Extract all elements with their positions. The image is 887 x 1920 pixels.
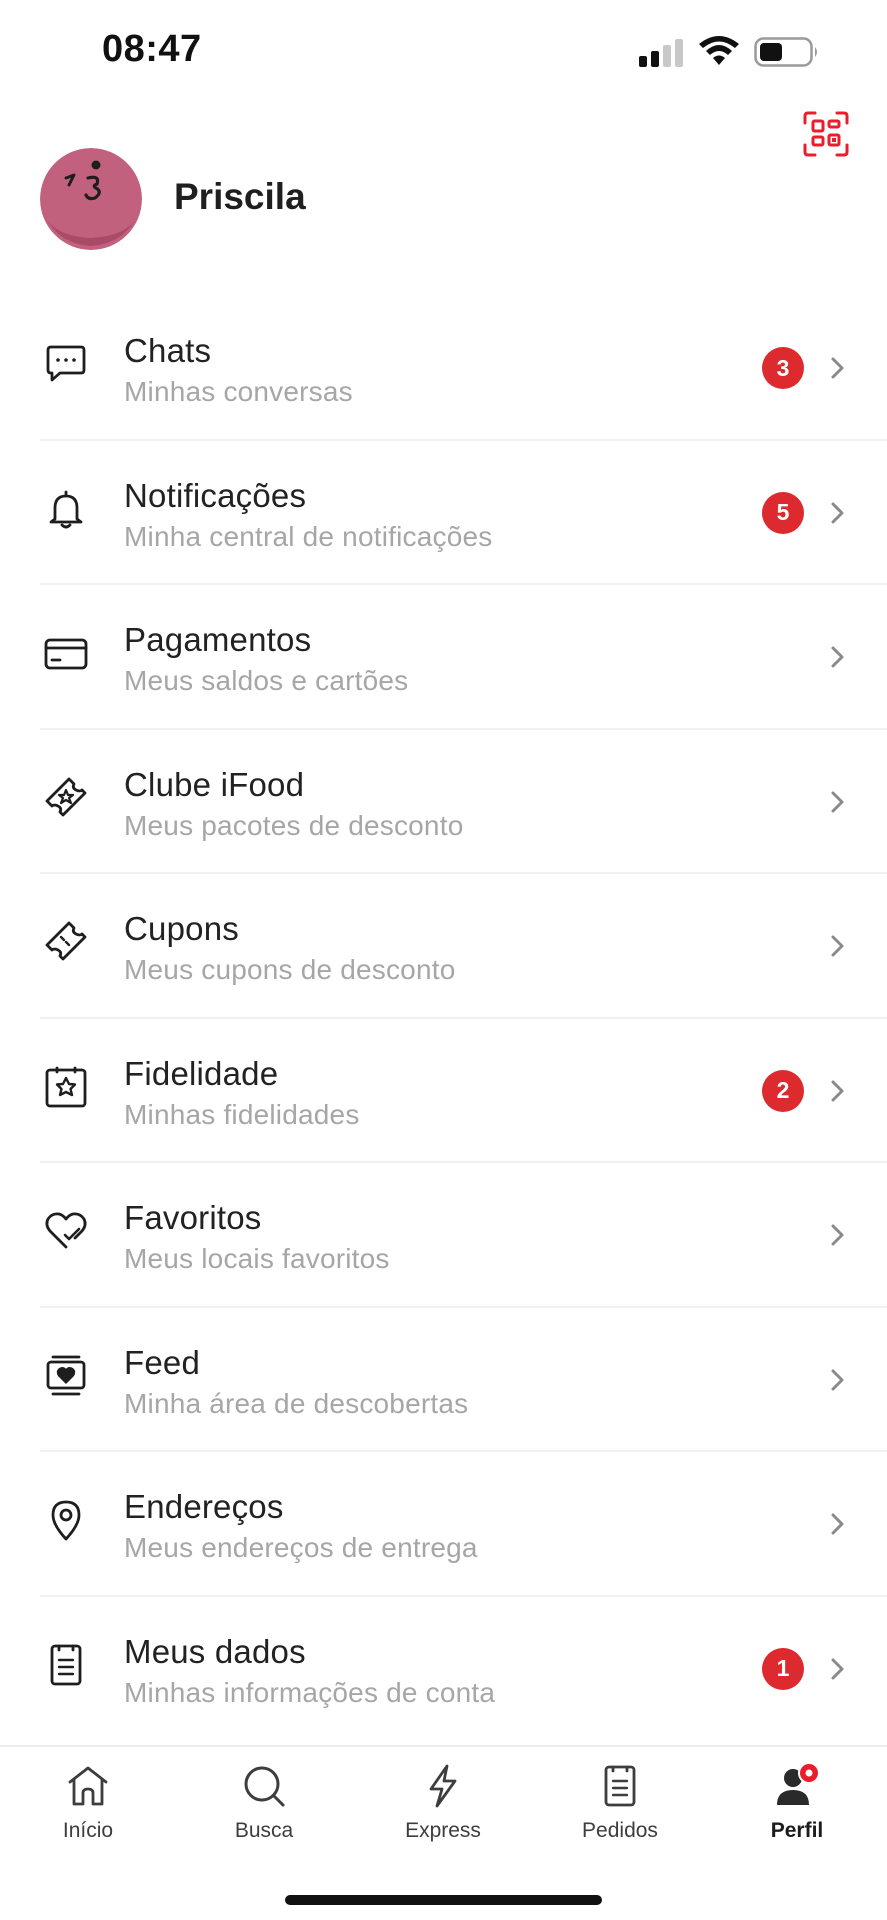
tab-express[interactable]: Express bbox=[378, 1761, 508, 1861]
profile-icon bbox=[772, 1761, 822, 1811]
menu-item-cupons[interactable]: Cupons Meus cupons de desconto bbox=[0, 874, 887, 1019]
menu-item-notificacoes[interactable]: Notificações Minha central de notificaçõ… bbox=[0, 441, 887, 585]
home-icon bbox=[63, 1761, 113, 1811]
chevron-right-icon bbox=[831, 791, 844, 812]
qr-code-button[interactable] bbox=[798, 106, 854, 162]
qr-code-scan-icon bbox=[803, 111, 849, 157]
menu-item-feed[interactable]: Feed Minha área de descobertas bbox=[0, 1308, 887, 1452]
menu-item-title: Chats bbox=[124, 332, 212, 369]
menu-item-title: Favoritos bbox=[124, 1199, 262, 1236]
cellular-signal-icon bbox=[639, 39, 683, 67]
tab-label: Início bbox=[62, 1819, 114, 1842]
notification-badge: 5 bbox=[762, 491, 804, 534]
menu-item-title: Pagamentos bbox=[124, 621, 312, 658]
profile-screen: 08:47 Priscila Chats Minhas conversas 3 … bbox=[0, 0, 887, 1920]
chevron-right-icon bbox=[831, 935, 844, 957]
menu-item-title: Endereços bbox=[124, 1488, 284, 1525]
tab-label: Perfil bbox=[770, 1819, 824, 1842]
menu-item-subtitle: Meus endereços de entrega bbox=[124, 1532, 478, 1563]
bell-icon bbox=[42, 485, 90, 533]
chevron-right-icon bbox=[831, 1658, 844, 1679]
location-pin-icon bbox=[42, 1496, 90, 1544]
search-icon bbox=[239, 1761, 289, 1811]
tab-pedidos[interactable]: Pedidos bbox=[555, 1761, 685, 1861]
menu-item-pagamentos[interactable]: Pagamentos Meus saldos e cartões bbox=[0, 585, 887, 730]
avatar-face-icon bbox=[40, 148, 142, 250]
menu-item-subtitle: Meus pacotes de desconto bbox=[124, 809, 464, 841]
notification-badge: 1 bbox=[762, 1647, 804, 1690]
bottom-tab-bar: Início Busca Express Pedidos Perfil bbox=[0, 1745, 887, 1920]
chevron-right-icon bbox=[831, 357, 844, 379]
status-time: 08:47 bbox=[102, 28, 202, 70]
chat-icon bbox=[42, 340, 90, 388]
orders-icon bbox=[595, 1761, 645, 1811]
wifi-icon bbox=[699, 36, 739, 65]
menu-item-enderecos[interactable]: Endereços Meus endereços de entrega bbox=[0, 1452, 887, 1597]
profile-name[interactable]: Priscila bbox=[174, 176, 306, 218]
menu-item-subtitle: Meus saldos e cartões bbox=[124, 665, 409, 696]
menu-item-chats[interactable]: Chats Minhas conversas 3 bbox=[0, 296, 887, 441]
battery-icon bbox=[754, 37, 817, 67]
document-icon bbox=[42, 1641, 90, 1689]
menu-item-subtitle: Minhas fidelidades bbox=[124, 1098, 360, 1130]
notification-badge: 2 bbox=[762, 1069, 804, 1112]
menu-item-subtitle: Minha área de descobertas bbox=[124, 1387, 469, 1419]
tab-label: Busca bbox=[234, 1819, 294, 1842]
menu-item-title: Feed bbox=[124, 1343, 201, 1381]
chevron-right-icon bbox=[831, 646, 844, 668]
menu-item-meus-dados[interactable]: Meus dados Minhas informações de conta 1 bbox=[0, 1597, 887, 1742]
star-square-icon bbox=[42, 1063, 90, 1111]
avatar[interactable] bbox=[40, 148, 142, 250]
chevron-right-icon bbox=[831, 1224, 844, 1246]
menu-item-title: Meus dados bbox=[124, 1632, 306, 1670]
tab-perfil[interactable]: Perfil bbox=[732, 1761, 862, 1861]
credit-card-icon bbox=[42, 629, 90, 677]
chevron-right-icon bbox=[831, 502, 844, 523]
chevron-right-icon bbox=[831, 1369, 844, 1390]
home-indicator bbox=[285, 1895, 602, 1905]
notification-badge: 3 bbox=[762, 347, 804, 389]
menu-item-favoritos[interactable]: Favoritos Meus locais favoritos bbox=[0, 1163, 887, 1308]
menu-item-subtitle: Meus cupons de desconto bbox=[124, 954, 456, 985]
chevron-right-icon bbox=[831, 1080, 844, 1101]
menu-item-subtitle: Minhas conversas bbox=[124, 376, 353, 407]
tab-inicio[interactable]: Início bbox=[23, 1761, 153, 1861]
lightning-icon bbox=[418, 1761, 468, 1811]
menu-item-clube-ifood[interactable]: Clube iFood Meus pacotes de desconto bbox=[0, 730, 887, 874]
menu-item-title: Cupons bbox=[124, 910, 239, 947]
chevron-right-icon bbox=[831, 1513, 844, 1535]
tab-label: Express bbox=[405, 1819, 481, 1842]
heart-icon bbox=[42, 1207, 90, 1255]
menu-item-subtitle: Meus locais favoritos bbox=[124, 1243, 390, 1274]
profile-menu-list: Chats Minhas conversas 3 Notificações Mi… bbox=[0, 296, 887, 1741]
tab-busca[interactable]: Busca bbox=[199, 1761, 329, 1861]
menu-item-fidelidade[interactable]: Fidelidade Minhas fidelidades 2 bbox=[0, 1019, 887, 1163]
menu-item-title: Clube iFood bbox=[124, 765, 305, 803]
tab-label: Pedidos bbox=[582, 1819, 658, 1842]
feed-icon bbox=[42, 1352, 90, 1400]
menu-item-subtitle: Minhas informações de conta bbox=[124, 1676, 496, 1708]
menu-item-title: Notificações bbox=[124, 476, 307, 514]
menu-item-title: Fidelidade bbox=[124, 1054, 279, 1092]
ticket-star-icon bbox=[42, 774, 90, 822]
coupon-icon bbox=[42, 918, 90, 966]
status-bar: 08:47 bbox=[0, 0, 887, 100]
menu-item-subtitle: Minha central de notificações bbox=[124, 520, 493, 552]
